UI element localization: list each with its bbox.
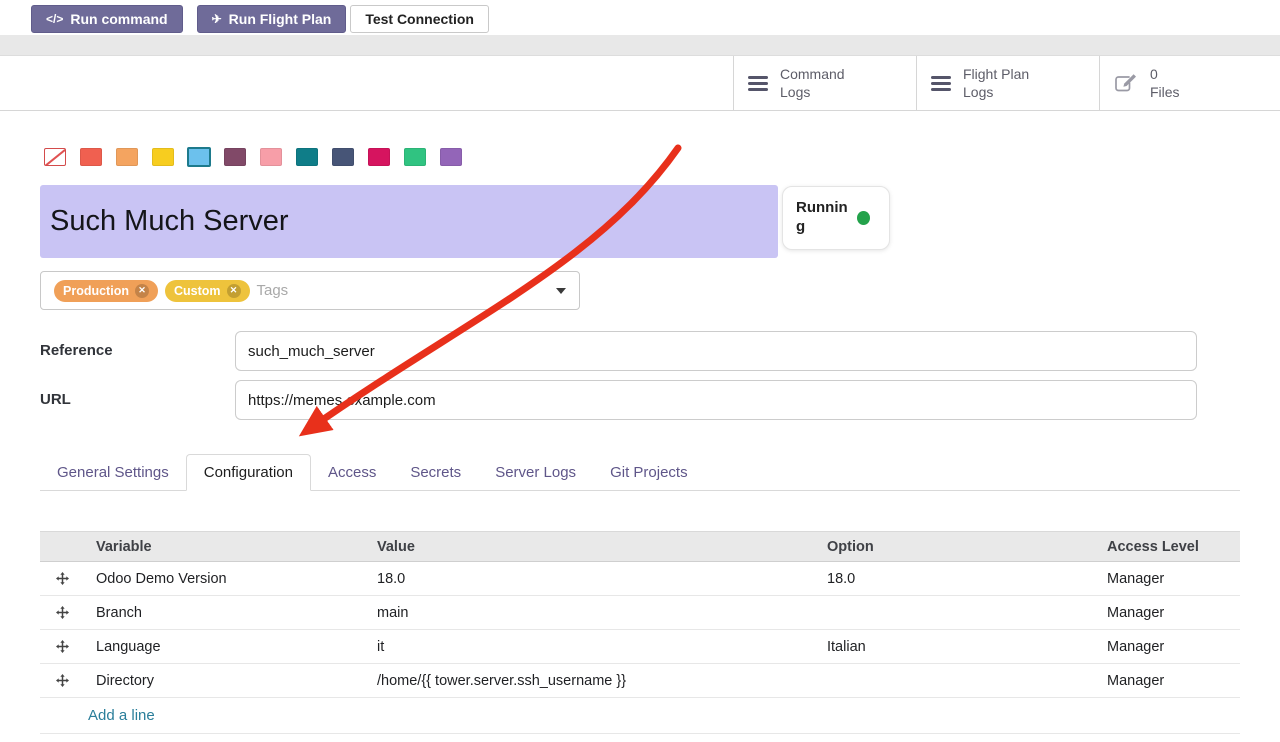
cell-access[interactable]: Manager	[1095, 571, 1240, 587]
color-swatch-light-blue[interactable]	[187, 147, 211, 167]
color-swatch-purple[interactable]	[440, 148, 462, 166]
action-toolbar: </> Run command ✈ Run Flight Plan Test C…	[31, 5, 489, 33]
drag-handle-icon[interactable]	[40, 572, 84, 585]
cell-access[interactable]: Manager	[1095, 605, 1240, 621]
tab-server-logs[interactable]: Server Logs	[478, 454, 593, 490]
color-swatch-dark-blue[interactable]	[332, 148, 354, 166]
table-row: Branch main Manager	[40, 596, 1240, 630]
tab-configuration[interactable]: Configuration	[186, 454, 311, 491]
bars-icon	[931, 76, 951, 91]
server-form-page: </> Run command ✈ Run Flight Plan Test C…	[0, 0, 1280, 742]
run-command-label: Run command	[70, 11, 167, 27]
stat-button-bar: Command Logs Flight Plan Logs 0 Files	[0, 56, 1280, 111]
reference-field-row: Reference	[40, 331, 1197, 371]
files-label: 0 Files	[1150, 65, 1180, 101]
tab-git-projects[interactable]: Git Projects	[593, 454, 705, 490]
tag-production[interactable]: Production ✕	[54, 280, 158, 302]
header-variable: Variable	[84, 539, 365, 555]
tag-production-label: Production	[63, 284, 129, 298]
tab-secrets[interactable]: Secrets	[393, 454, 478, 490]
command-logs-button[interactable]: Command Logs	[733, 56, 916, 110]
tags-placeholder: Tags	[257, 282, 289, 299]
flight-plan-logs-label: Flight Plan Logs	[963, 65, 1029, 101]
color-swatch-salmon[interactable]	[260, 148, 282, 166]
test-connection-button[interactable]: Test Connection	[350, 5, 489, 33]
tab-general-settings[interactable]: General Settings	[40, 454, 186, 490]
reference-label: Reference	[40, 331, 235, 371]
tag-production-remove-icon[interactable]: ✕	[135, 284, 149, 298]
header-divider-strip	[0, 35, 1280, 56]
variables-table: Variable Value Option Access Level Odoo …	[40, 531, 1240, 734]
color-swatch-none[interactable]	[44, 148, 66, 166]
command-logs-label: Command Logs	[780, 65, 845, 101]
server-name-input[interactable]: Such Much Server	[40, 185, 778, 258]
tags-input[interactable]: Production ✕ Custom ✕ Tags	[40, 271, 580, 310]
cell-option[interactable]: 18.0	[815, 571, 1095, 587]
run-flight-plan-button[interactable]: ✈ Run Flight Plan	[197, 5, 347, 33]
cell-access[interactable]: Manager	[1095, 673, 1240, 689]
cell-option[interactable]: Italian	[815, 639, 1095, 655]
status-dot	[857, 211, 870, 225]
cell-variable[interactable]: Directory	[84, 673, 365, 689]
cell-value[interactable]: /home/{{ tower.server.ssh_username }}	[365, 673, 815, 689]
test-connection-label: Test Connection	[365, 11, 474, 27]
reference-input[interactable]	[235, 331, 1197, 371]
color-swatch-yellow[interactable]	[152, 148, 174, 166]
status-indicator[interactable]: Running	[782, 186, 890, 250]
color-swatch-green[interactable]	[404, 148, 426, 166]
color-picker	[44, 148, 462, 166]
url-input[interactable]	[235, 380, 1197, 420]
tab-access[interactable]: Access	[311, 454, 393, 490]
table-row: Directory /home/{{ tower.server.ssh_user…	[40, 664, 1240, 698]
url-label: URL	[40, 380, 235, 420]
cell-value[interactable]: main	[365, 605, 815, 621]
cell-value[interactable]: 18.0	[365, 571, 815, 587]
color-swatch-fuchsia[interactable]	[368, 148, 390, 166]
color-swatch-red[interactable]	[80, 148, 102, 166]
tag-custom[interactable]: Custom ✕	[165, 280, 250, 302]
color-swatch-teal[interactable]	[296, 148, 318, 166]
cell-value[interactable]: it	[365, 639, 815, 655]
url-field-row: URL	[40, 380, 1197, 420]
files-button[interactable]: 0 Files	[1099, 56, 1280, 110]
cell-variable[interactable]: Odoo Demo Version	[84, 571, 365, 587]
add-line-row: Add a line	[40, 698, 1240, 734]
color-swatch-orange[interactable]	[116, 148, 138, 166]
code-icon: </>	[46, 12, 63, 26]
add-a-line-link[interactable]: Add a line	[88, 707, 155, 724]
table-row: Language it Italian Manager	[40, 630, 1240, 664]
flight-plan-logs-button[interactable]: Flight Plan Logs	[916, 56, 1099, 110]
tag-custom-label: Custom	[174, 284, 221, 298]
bars-icon	[748, 76, 768, 91]
color-swatch-dark-purple[interactable]	[224, 148, 246, 166]
table-row: Odoo Demo Version 18.0 18.0 Manager	[40, 562, 1240, 596]
server-name-text: Such Much Server	[50, 205, 289, 238]
cell-variable[interactable]: Branch	[84, 605, 365, 621]
header-option: Option	[815, 539, 1095, 555]
drag-handle-icon[interactable]	[40, 674, 84, 687]
run-flight-plan-label: Run Flight Plan	[229, 11, 332, 27]
cell-variable[interactable]: Language	[84, 639, 365, 655]
cell-access[interactable]: Manager	[1095, 639, 1240, 655]
status-label: Running	[796, 199, 848, 237]
run-command-button[interactable]: </> Run command	[31, 5, 183, 33]
header-access-level: Access Level	[1095, 539, 1240, 555]
header-value: Value	[365, 539, 815, 555]
chevron-down-icon[interactable]	[556, 288, 566, 294]
tag-custom-remove-icon[interactable]: ✕	[227, 284, 241, 298]
edit-pencil-icon	[1114, 73, 1138, 94]
drag-handle-icon[interactable]	[40, 640, 84, 653]
table-header-row: Variable Value Option Access Level	[40, 531, 1240, 562]
drag-handle-icon[interactable]	[40, 606, 84, 619]
notebook-tabs: General Settings Configuration Access Se…	[40, 454, 1240, 491]
plane-icon: ✈	[212, 12, 222, 26]
